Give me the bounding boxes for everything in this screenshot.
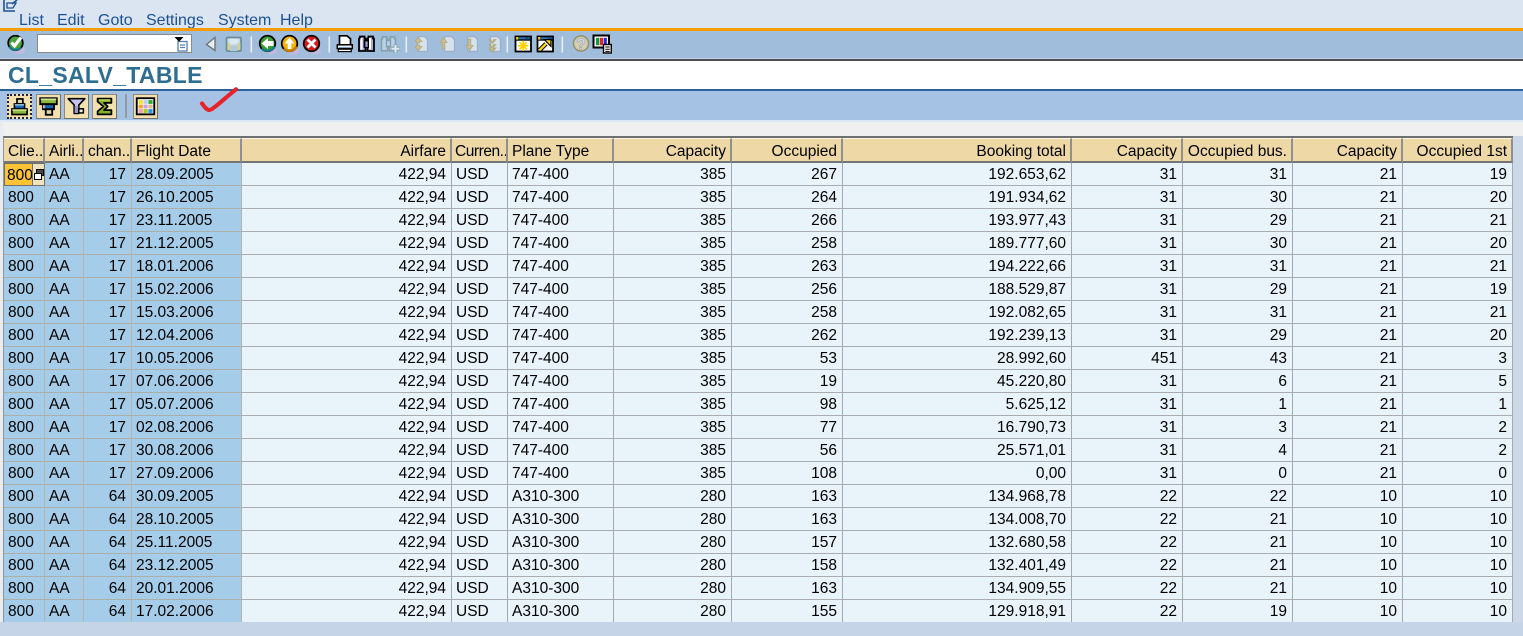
svg-text:?: ? [576,37,586,54]
